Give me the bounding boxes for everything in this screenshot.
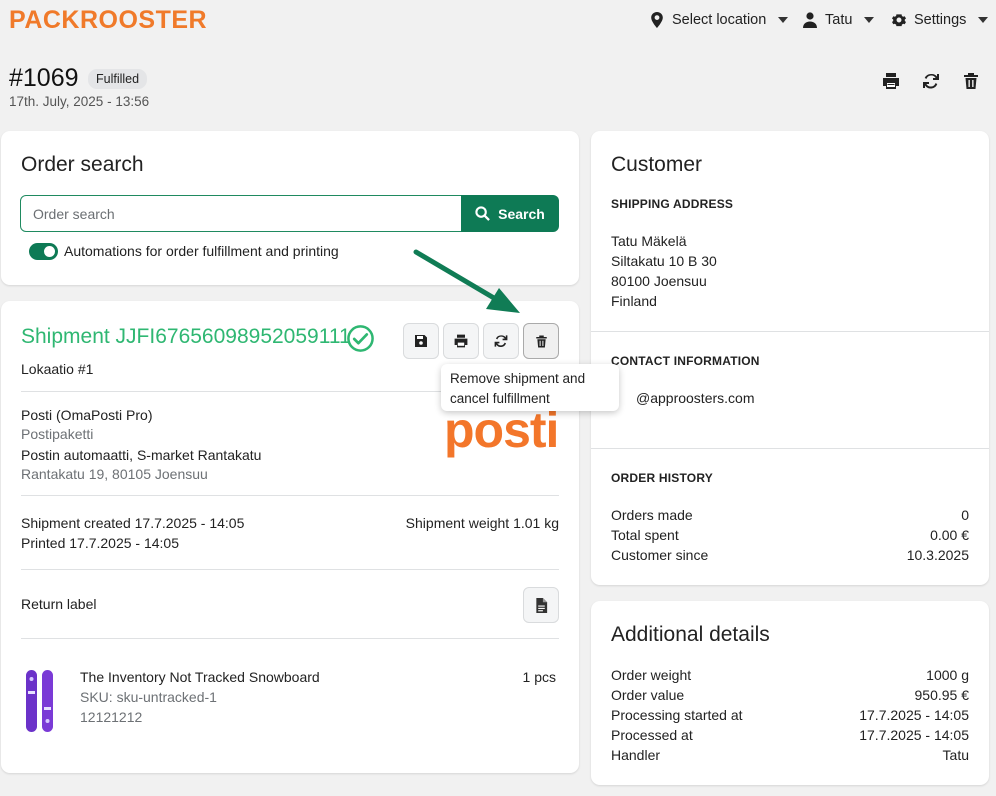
carrier-name: Posti (OmaPosti Pro) bbox=[21, 407, 153, 423]
save-shipment-button[interactable] bbox=[403, 323, 439, 359]
history-label: Orders made bbox=[611, 507, 693, 523]
packrooster-logo[interactable]: PACKROOSTER bbox=[9, 6, 207, 35]
printer-icon bbox=[454, 334, 468, 348]
order-number: #1069 bbox=[9, 64, 79, 92]
refresh-icon bbox=[494, 335, 508, 348]
detail-label: Processing started at bbox=[611, 707, 743, 723]
order-date: 17th. July, 2025 - 13:56 bbox=[9, 94, 150, 109]
pickup-address: Rantakatu 19, 80105 Joensuu bbox=[21, 466, 208, 482]
detail-label: Order value bbox=[611, 687, 685, 703]
search-icon bbox=[475, 206, 490, 221]
return-label-button[interactable] bbox=[523, 587, 559, 623]
order-search-title: Order search bbox=[21, 153, 144, 176]
chevron-down-icon bbox=[778, 17, 789, 23]
search-button[interactable]: Search bbox=[461, 195, 559, 232]
remove-shipment-tooltip: Remove shipment and cancel fulfillment bbox=[441, 364, 619, 411]
document-icon bbox=[535, 597, 547, 613]
gear-icon bbox=[892, 14, 906, 27]
user-menu[interactable]: Tatu bbox=[803, 12, 875, 28]
trash-icon[interactable] bbox=[961, 71, 981, 91]
return-label-text: Return label bbox=[21, 596, 97, 612]
history-value: 10.3.2025 bbox=[906, 547, 969, 563]
customer-email[interactable]: @approosters.com bbox=[636, 390, 754, 406]
customer-title: Customer bbox=[611, 153, 703, 176]
address-line: Tatu Mäkelä bbox=[611, 233, 687, 249]
divider bbox=[591, 331, 989, 332]
pickup-point: Postin automaatti, S-market Rantakatu bbox=[21, 447, 262, 463]
carrier-service: Postipaketti bbox=[21, 426, 94, 442]
detail-value: 950.95 € bbox=[914, 687, 970, 703]
automations-toggle[interactable] bbox=[29, 243, 58, 260]
history-label: Total spent bbox=[611, 527, 679, 543]
shipment-created: Shipment created 17.7.2025 - 14:05 bbox=[21, 515, 245, 531]
detail-label: Order weight bbox=[611, 667, 692, 683]
shipment-title: Shipment JJFI67656098952059111 bbox=[21, 325, 351, 348]
history-value: 0 bbox=[961, 507, 969, 523]
chevron-down-icon bbox=[978, 17, 989, 23]
divider bbox=[21, 638, 559, 639]
user-icon bbox=[803, 12, 817, 28]
print-shipment-button[interactable] bbox=[443, 323, 479, 359]
status-badge: Fulfilled bbox=[88, 69, 148, 89]
item-barcode: 12121212 bbox=[80, 709, 143, 725]
order-history-heading: ORDER HISTORY bbox=[611, 471, 713, 485]
shipment-location: Lokaatio #1 bbox=[21, 361, 94, 377]
posti-logo: posti bbox=[444, 402, 559, 458]
trash-icon bbox=[535, 335, 547, 347]
remove-shipment-button[interactable] bbox=[523, 323, 559, 359]
refresh-shipment-button[interactable] bbox=[483, 323, 519, 359]
divider bbox=[21, 569, 559, 570]
address-line: Finland bbox=[611, 293, 657, 309]
top-bar: PACKROOSTER Select location Tatu Setting… bbox=[0, 0, 996, 42]
detail-value: 17.7.2025 - 14:05 bbox=[859, 727, 969, 743]
item-quantity: 1 pcs bbox=[522, 669, 556, 685]
check-circle-icon bbox=[347, 325, 374, 352]
additional-details-title: Additional details bbox=[611, 623, 770, 646]
select-location-menu[interactable]: Select location bbox=[650, 12, 789, 28]
user-label: Tatu bbox=[825, 12, 853, 28]
save-icon bbox=[415, 335, 427, 347]
divider bbox=[21, 495, 559, 496]
shipment-weight: Shipment weight 1.01 kg bbox=[405, 515, 559, 531]
automations-toggle-label: Automations for order fulfillment and pr… bbox=[64, 243, 339, 259]
shipping-address-heading: SHIPPING ADDRESS bbox=[611, 197, 734, 211]
address-line: 80100 Joensuu bbox=[611, 273, 707, 289]
detail-label: Handler bbox=[611, 747, 661, 763]
settings-menu[interactable]: Settings bbox=[892, 12, 989, 28]
detail-value: Tatu bbox=[942, 747, 969, 763]
map-pin-icon bbox=[651, 12, 663, 28]
address-line: Siltakatu 10 B 30 bbox=[611, 253, 717, 269]
history-label: Customer since bbox=[611, 547, 709, 563]
history-value: 0.00 € bbox=[930, 527, 969, 543]
order-search-input[interactable]: Order search bbox=[20, 195, 462, 232]
search-button-label: Search bbox=[498, 205, 545, 222]
item-name: The Inventory Not Tracked Snowboard bbox=[80, 669, 320, 685]
settings-label: Settings bbox=[914, 12, 967, 28]
detail-label: Processed at bbox=[611, 727, 693, 743]
divider bbox=[591, 448, 989, 449]
detail-value: 17.7.2025 - 14:05 bbox=[859, 707, 969, 723]
printer-icon[interactable] bbox=[881, 71, 901, 91]
chevron-down-icon bbox=[864, 17, 875, 23]
item-sku: SKU: sku-untracked-1 bbox=[80, 689, 217, 705]
select-location-label: Select location bbox=[672, 12, 767, 28]
shipment-printed: Printed 17.7.2025 - 14:05 bbox=[21, 535, 180, 551]
detail-value: 1000 g bbox=[926, 667, 969, 683]
refresh-icon[interactable] bbox=[921, 71, 941, 91]
snowboard-thumbnail[interactable] bbox=[24, 669, 56, 733]
order-search-placeholder: Order search bbox=[33, 206, 115, 222]
contact-information-heading: CONTACT INFORMATION bbox=[611, 354, 760, 368]
